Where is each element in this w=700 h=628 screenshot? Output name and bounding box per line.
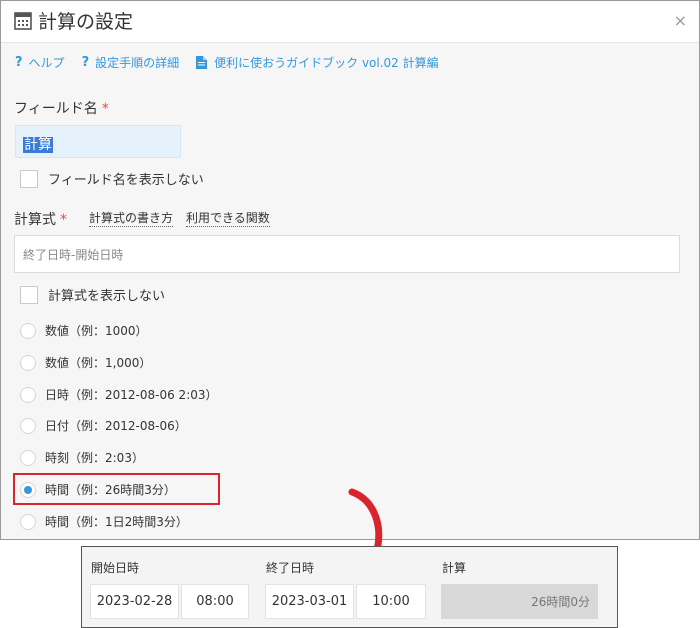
format-option-time[interactable]: 時刻（例：2:03） [20, 449, 144, 466]
guidebook-link[interactable]: 便利に使おうガイドブック vol.02 計算編 [196, 53, 439, 71]
start-time-value: 08:00 [196, 594, 234, 609]
start-time-field[interactable]: 08:00 [181, 584, 249, 619]
format-label: 日付（例：2012-08-06） [45, 419, 187, 433]
hide-field-name-option[interactable]: フィールド名を表示しない [20, 169, 204, 188]
help-link[interactable]: ? ヘルプ [15, 53, 65, 71]
functions-link[interactable]: 利用できる関数 [186, 211, 270, 227]
format-label: 数値（例：1,000） [45, 356, 152, 370]
end-date-value: 2023-03-01 [271, 594, 348, 609]
start-datetime-label: 開始日時 [91, 561, 140, 575]
help-link-label: ヘルプ [28, 55, 65, 70]
format-option-date[interactable]: 日付（例：2012-08-06） [20, 417, 187, 434]
selected-format-highlight [13, 473, 220, 505]
hide-field-name-label: フィールド名を表示しない [48, 173, 204, 188]
document-icon [196, 55, 208, 69]
formula-label-text: 計算式 [14, 212, 56, 228]
format-option-number[interactable]: 数値（例：1000） [20, 322, 148, 339]
required-mark: * [60, 212, 67, 228]
formula-input[interactable]: 終了日時-開始日時 [14, 235, 680, 273]
calc-settings-dialog: 計算の設定 × ? ヘルプ ? 設定手順の詳細 便利に使おうガイドブック vol… [0, 0, 700, 540]
calc-field-label: 計算 [442, 561, 467, 575]
format-label: 時刻（例：2:03） [45, 451, 144, 465]
end-time-field[interactable]: 10:00 [356, 584, 426, 619]
dialog-header: 計算の設定 × [1, 1, 699, 43]
calc-result-field: 26時間0分 [441, 584, 598, 619]
format-option-number-comma[interactable]: 数値（例：1,000） [20, 354, 151, 371]
format-radio[interactable] [20, 322, 36, 339]
formula-placeholder: 終了日時-開始日時 [23, 248, 124, 262]
format-radio[interactable] [20, 354, 36, 371]
hide-formula-checkbox[interactable] [20, 285, 38, 304]
format-option-datetime[interactable]: 日時（例：2012-08-06 2:03） [20, 386, 218, 403]
help-links: ? ヘルプ ? 設定手順の詳細 便利に使おうガイドブック vol.02 計算編 [15, 53, 456, 71]
format-radio[interactable] [20, 417, 36, 434]
format-option-duration-days[interactable]: 時間（例：1日2時間3分） [20, 513, 188, 530]
format-radio[interactable] [20, 449, 36, 466]
field-name-input[interactable]: 計算 [15, 125, 181, 158]
record-preview: 開始日時 2023-02-28 08:00 終了日時 2023-03-01 10… [81, 546, 618, 628]
format-label: 数値（例：1000） [45, 324, 148, 338]
dialog-title: 計算の設定 [38, 11, 134, 33]
close-button[interactable]: × [674, 11, 687, 30]
question-icon: ? [81, 54, 90, 70]
hide-formula-label: 計算式を表示しない [48, 289, 166, 304]
start-date-field[interactable]: 2023-02-28 [90, 584, 179, 619]
end-datetime-label: 終了日時 [266, 561, 315, 575]
calc-result-value: 26時間0分 [531, 595, 590, 609]
format-label: 時間（例：1日2時間3分） [45, 515, 188, 529]
start-date-value: 2023-02-28 [96, 594, 173, 609]
required-mark: * [101, 101, 109, 117]
steps-link[interactable]: ? 設定手順の詳細 [82, 53, 180, 71]
format-radio[interactable] [20, 513, 36, 530]
format-radio[interactable] [20, 386, 36, 403]
field-name-label: フィールド名 * [14, 98, 109, 118]
guidebook-link-label: 便利に使おうガイドブック vol.02 計算編 [214, 55, 439, 70]
end-time-value: 10:00 [372, 594, 410, 609]
hide-formula-option[interactable]: 計算式を表示しない [20, 285, 165, 304]
calculator-icon [14, 12, 32, 30]
hide-field-name-checkbox[interactable] [20, 169, 38, 188]
formula-label: 計算式 * [14, 209, 67, 229]
question-icon: ? [15, 54, 23, 70]
field-name-label-text: フィールド名 [14, 101, 98, 117]
format-label: 日時（例：2012-08-06 2:03） [45, 388, 218, 402]
end-date-field[interactable]: 2023-03-01 [265, 584, 354, 619]
field-name-value: 計算 [23, 137, 53, 153]
steps-link-label: 設定手順の詳細 [95, 55, 180, 70]
formula-howto-link[interactable]: 計算式の書き方 [89, 211, 174, 227]
